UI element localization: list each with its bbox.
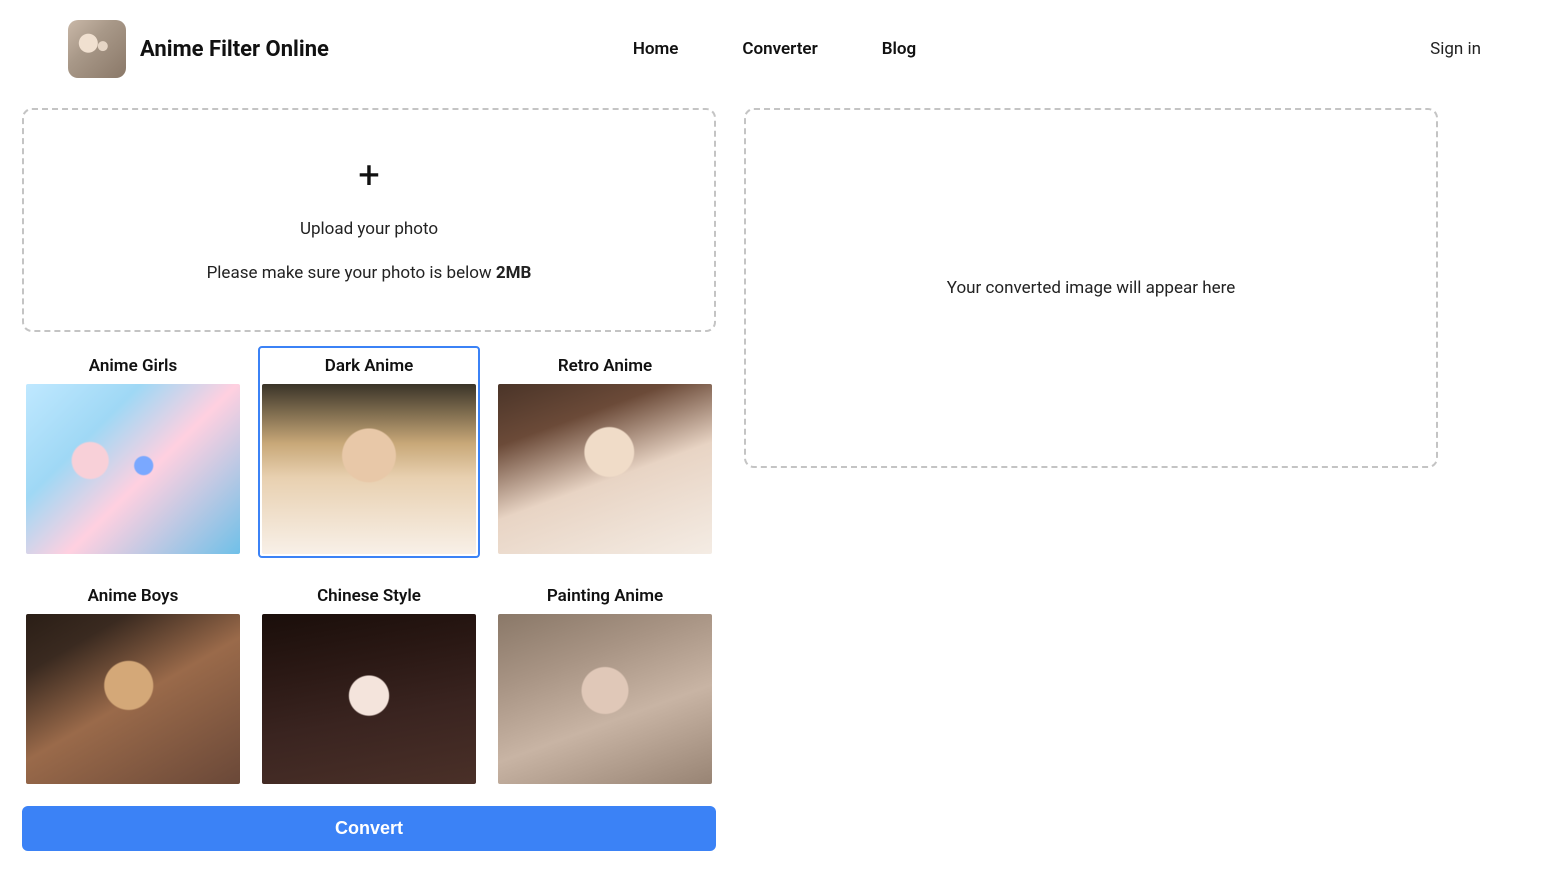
header: Anime Filter Online Home Converter Blog …: [0, 0, 1549, 98]
nav-converter[interactable]: Converter: [742, 39, 817, 59]
output-placeholder: Your converted image will appear here: [947, 278, 1235, 298]
upload-size-limit: 2MB: [496, 263, 532, 283]
style-card[interactable]: Anime Boys: [22, 576, 244, 788]
convert-button[interactable]: Convert: [22, 806, 716, 851]
nav-home[interactable]: Home: [633, 39, 679, 59]
style-thumbnail: [26, 384, 240, 554]
main-content: + Upload your photo Please make sure you…: [0, 98, 1549, 871]
signin-link[interactable]: Sign in: [1430, 39, 1481, 59]
styles-grid: Anime Girls Dark Anime Retro Anime Anime Bo…: [22, 346, 716, 788]
style-label: Anime Boys: [26, 580, 240, 614]
style-card[interactable]: Chinese Style: [258, 576, 480, 788]
right-column: Your converted image will appear here: [744, 108, 1438, 468]
style-label: Painting Anime: [498, 580, 712, 614]
site-title: Anime Filter Online: [140, 37, 329, 62]
output-box: Your converted image will appear here: [744, 108, 1438, 468]
style-thumbnail: [26, 614, 240, 784]
style-label: Retro Anime: [498, 350, 712, 384]
style-label: Anime Girls: [26, 350, 240, 384]
style-card[interactable]: Painting Anime: [494, 576, 716, 788]
style-card[interactable]: Anime Girls: [22, 346, 244, 558]
logo-block[interactable]: Anime Filter Online: [68, 20, 329, 78]
style-label: Chinese Style: [262, 580, 476, 614]
upload-note-prefix: Please make sure your photo is below: [207, 263, 496, 283]
left-column: + Upload your photo Please make sure you…: [22, 108, 716, 851]
style-thumbnail: [262, 614, 476, 784]
style-card[interactable]: Dark Anime: [258, 346, 480, 558]
upload-dropzone[interactable]: + Upload your photo Please make sure you…: [22, 108, 716, 332]
style-thumbnail: [498, 614, 712, 784]
nav-blog[interactable]: Blog: [882, 39, 917, 59]
logo-image: [68, 20, 126, 78]
style-thumbnail: [262, 384, 476, 554]
style-thumbnail: [498, 384, 712, 554]
style-label: Dark Anime: [262, 350, 476, 384]
upload-note: Please make sure your photo is below 2MB: [207, 263, 532, 283]
upload-prompt: Upload your photo: [300, 219, 438, 239]
style-card[interactable]: Retro Anime: [494, 346, 716, 558]
plus-icon: +: [358, 157, 380, 195]
main-nav: Home Converter Blog: [633, 39, 916, 59]
